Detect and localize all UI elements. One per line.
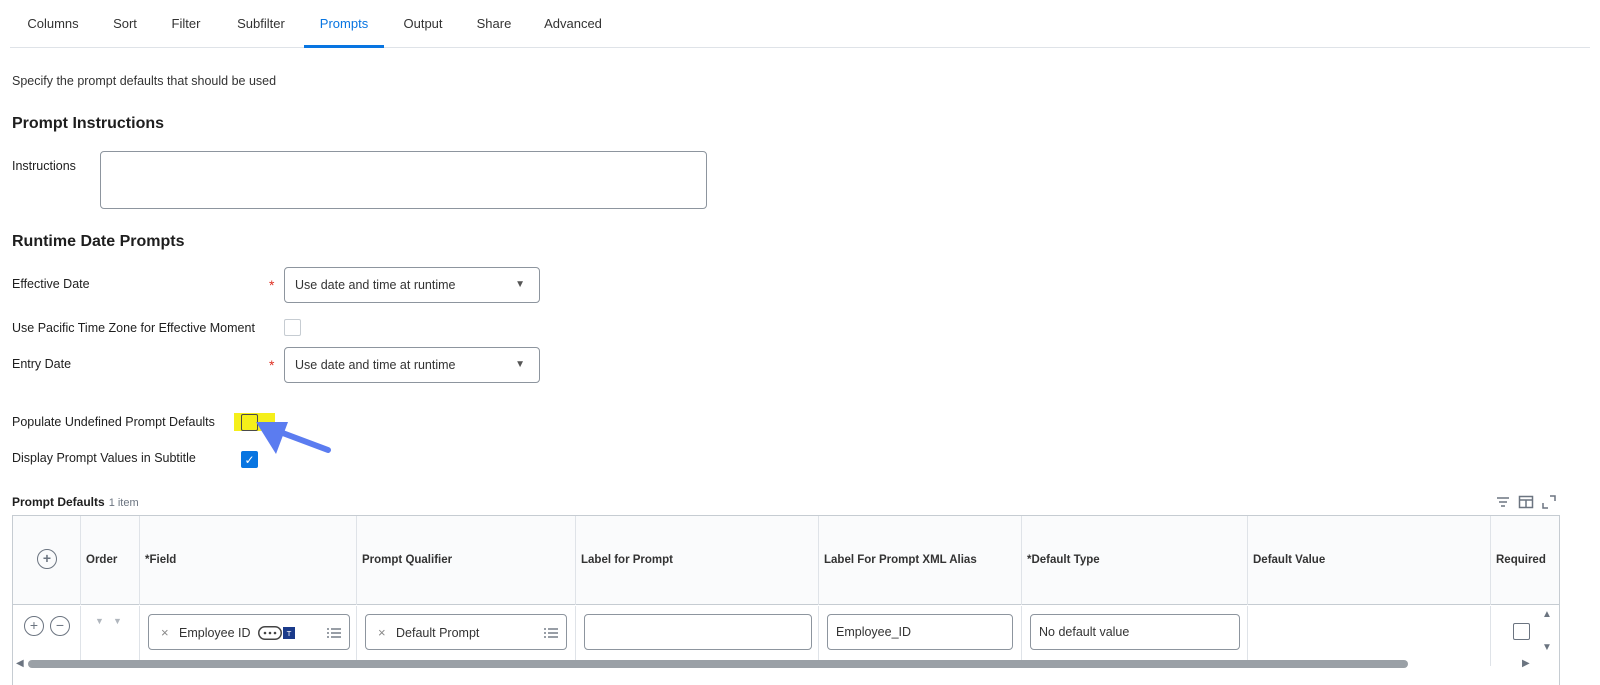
row-xml-alias-cell: Employee_ID (819, 606, 1022, 666)
label-for-prompt-input[interactable] (584, 614, 812, 650)
header-order: Order (81, 516, 140, 605)
header-prompt-qualifier: Prompt Qualifier (357, 516, 576, 605)
horizontal-scrollbar[interactable] (28, 660, 1408, 668)
xml-alias-input[interactable]: Employee_ID (827, 614, 1013, 650)
tab-output[interactable]: Output (402, 0, 444, 48)
info-badge-icon: T (283, 627, 295, 639)
default-type-input[interactable]: No default value (1030, 614, 1240, 650)
prompt-defaults-title: Prompt Defaults 1 item (12, 495, 139, 509)
instructions-textarea[interactable] (100, 151, 707, 209)
add-row-icon[interactable]: + (37, 549, 57, 569)
add-row-icon[interactable]: + (24, 616, 44, 636)
tab-sort[interactable]: Sort (110, 0, 140, 48)
header-default-value: Default Value (1248, 516, 1491, 605)
scroll-right-arrow[interactable]: ▶ (1522, 658, 1530, 669)
display-subtitle-label: Display Prompt Values in Subtitle (12, 451, 196, 465)
prompt-instructions-title: Prompt Instructions (12, 115, 165, 132)
required-marker: * (269, 277, 275, 293)
entry-date-value: Use date and time at runtime (295, 358, 456, 372)
list-icon[interactable] (544, 626, 558, 640)
header-required: Required (1496, 554, 1546, 566)
required-marker: * (269, 357, 275, 373)
tab-share[interactable]: Share (476, 0, 512, 48)
pacific-time-label: Use Pacific Time Zone for Effective Mome… (12, 321, 255, 335)
instructions-label: Instructions (12, 159, 76, 173)
grid-header-row: + Order *Field Prompt Qualifier Label fo… (13, 516, 1559, 605)
scroll-down-arrow[interactable]: ▼ (1542, 642, 1552, 653)
row-actions-cell: + − (13, 606, 81, 666)
caret-down-icon: ▼ (515, 359, 525, 370)
header-add-cell: + (13, 516, 81, 605)
table-row: + − ▼ ▼ × Employee ID T × Default Prompt… (13, 606, 1559, 666)
required-checkbox[interactable] (1513, 623, 1530, 640)
tab-subfilter[interactable]: Subfilter (234, 0, 288, 48)
populate-undefined-label: Populate Undefined Prompt Defaults (12, 415, 215, 429)
header-default-type: *Default Type (1022, 516, 1248, 605)
tab-advanced[interactable]: Advanced (542, 0, 604, 48)
row-qualifier-cell: × Default Prompt (357, 606, 576, 666)
remove-icon[interactable]: × (161, 615, 169, 651)
runtime-date-prompts-title: Runtime Date Prompts (12, 233, 185, 250)
effective-date-select[interactable]: Use date and time at runtime ▼ (284, 267, 540, 303)
display-subtitle-checkbox[interactable]: ✓ (241, 451, 258, 468)
annotation-arrow-icon (256, 422, 331, 454)
more-options-icon[interactable] (258, 626, 282, 640)
qualifier-selector[interactable]: × Default Prompt (365, 614, 567, 650)
remove-row-icon[interactable]: − (50, 616, 70, 636)
effective-date-value: Use date and time at runtime (295, 278, 456, 292)
scroll-left-arrow[interactable]: ◀ (16, 658, 24, 669)
pacific-time-checkbox[interactable] (284, 319, 301, 336)
field-value: Employee ID (179, 626, 251, 640)
list-icon[interactable] (327, 626, 341, 640)
table-title-text: Prompt Defaults (12, 495, 105, 509)
entry-date-label: Entry Date (12, 357, 72, 371)
row-default-type-cell: No default value (1022, 606, 1248, 666)
tab-bar: Columns Sort Filter Subfilter Prompts Ou… (10, 0, 1590, 48)
scroll-up-arrow[interactable]: ▲ (1542, 609, 1552, 620)
tab-prompts[interactable]: Prompts (304, 0, 384, 48)
caret-down-icon: ▼ (515, 279, 525, 290)
header-field: *Field (140, 516, 357, 605)
filter-icon[interactable] (1495, 494, 1511, 510)
qualifier-value: Default Prompt (396, 626, 480, 640)
remove-icon[interactable]: × (378, 615, 386, 651)
field-selector[interactable]: × Employee ID T (148, 614, 350, 650)
row-default-value-cell (1248, 606, 1491, 666)
header-xml-alias: Label For Prompt XML Alias (819, 516, 1022, 605)
tab-columns[interactable]: Columns (26, 0, 80, 48)
entry-date-select[interactable]: Use date and time at runtime ▼ (284, 347, 540, 383)
row-label-cell (576, 606, 819, 666)
move-down-icon[interactable]: ▼ (95, 616, 104, 626)
expand-icon[interactable] (1541, 494, 1557, 510)
header-label-for-prompt: Label for Prompt (576, 516, 819, 605)
move-down-icon[interactable]: ▼ (113, 616, 122, 626)
row-order-cell: ▼ ▼ (81, 606, 140, 666)
tab-filter[interactable]: Filter (170, 0, 202, 48)
columns-icon[interactable] (1518, 494, 1534, 510)
row-field-cell: × Employee ID T (140, 606, 357, 666)
effective-date-label: Effective Date (12, 277, 90, 291)
svg-text:T: T (286, 630, 292, 638)
intro-text: Specify the prompt defaults that should … (12, 74, 277, 88)
item-count: 1 item (108, 497, 139, 509)
